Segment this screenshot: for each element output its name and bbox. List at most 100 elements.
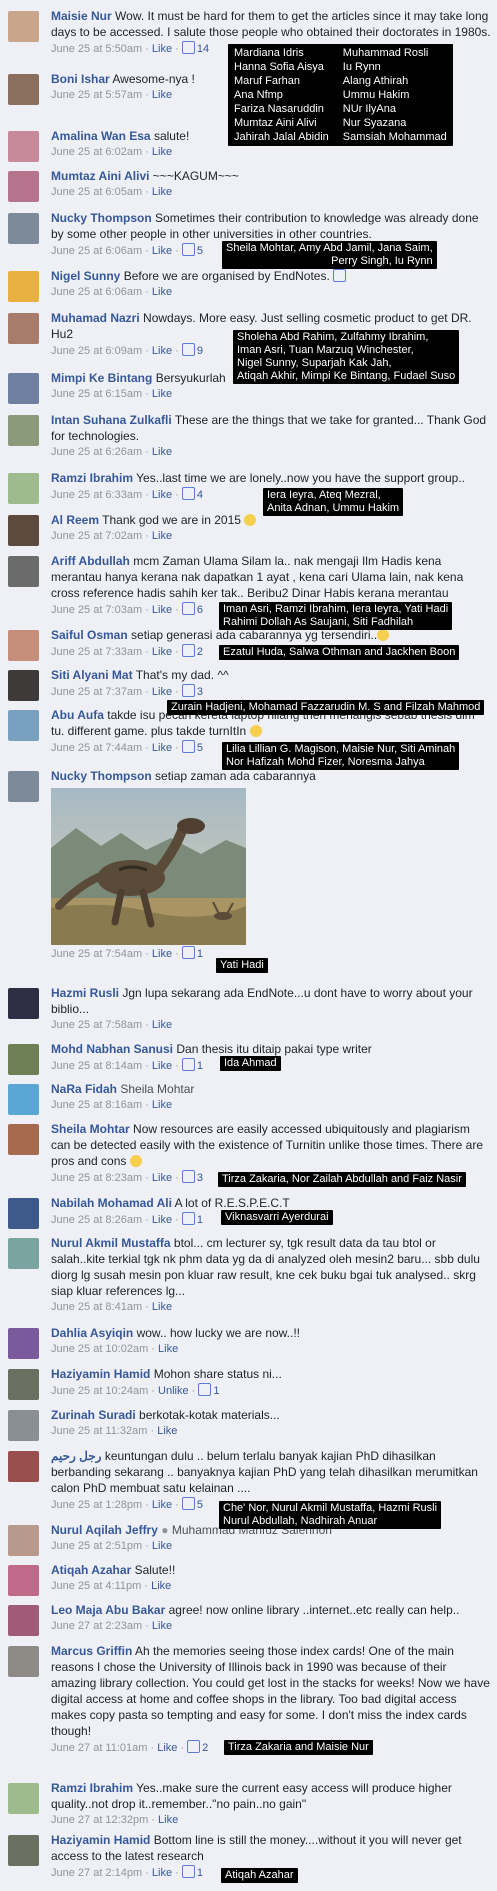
commenter-name[interactable]: Ramzi Ibrahim xyxy=(51,1781,133,1795)
like-thumb-icon[interactable] xyxy=(181,1212,195,1225)
timestamp[interactable]: June 25 at 8:41am xyxy=(51,1301,142,1313)
avatar[interactable] xyxy=(8,771,39,802)
avatar[interactable] xyxy=(8,1198,39,1229)
like-link[interactable]: Like xyxy=(152,345,172,357)
like-thumb-icon[interactable] xyxy=(187,1740,201,1753)
like-link[interactable]: Like xyxy=(152,1099,172,1111)
like-link[interactable]: Like xyxy=(152,1540,172,1552)
like-link[interactable]: Like xyxy=(157,1425,177,1437)
commenter-name[interactable]: Nucky Thompson xyxy=(51,211,152,225)
like-count[interactable]: 2 xyxy=(197,646,203,658)
timestamp[interactable]: June 25 at 10:24am xyxy=(51,1385,148,1397)
timestamp[interactable]: June 25 at 6:06am xyxy=(51,286,142,298)
timestamp[interactable]: June 25 at 10:02am xyxy=(51,1343,148,1355)
like-link[interactable]: Like xyxy=(152,1019,172,1031)
avatar[interactable] xyxy=(8,473,39,504)
avatar[interactable] xyxy=(8,1084,39,1115)
avatar[interactable] xyxy=(8,630,39,661)
like-count[interactable]: 5 xyxy=(197,742,203,754)
avatar[interactable] xyxy=(8,1328,39,1359)
like-count[interactable]: 4 xyxy=(197,489,203,501)
like-link[interactable]: Like xyxy=(152,286,172,298)
timestamp[interactable]: June 25 at 11:32am xyxy=(51,1425,147,1437)
like-thumb-icon[interactable] xyxy=(181,684,195,697)
avatar[interactable] xyxy=(8,1451,39,1482)
avatar[interactable] xyxy=(8,1410,39,1441)
timestamp[interactable]: June 25 at 6:15am xyxy=(51,388,142,400)
timestamp[interactable]: June 25 at 6:06am xyxy=(51,245,142,257)
timestamp[interactable]: June 25 at 6:02am xyxy=(51,146,142,158)
avatar[interactable] xyxy=(8,1783,39,1814)
avatar[interactable] xyxy=(8,213,39,244)
like-thumb-icon[interactable] xyxy=(181,1170,195,1183)
avatar[interactable] xyxy=(8,415,39,446)
avatar[interactable] xyxy=(8,1238,39,1269)
commenter-name[interactable]: Atiqah Azahar xyxy=(51,1563,131,1577)
avatar[interactable] xyxy=(8,1124,39,1155)
avatar[interactable] xyxy=(8,74,39,105)
commenter-name[interactable]: Haziyamin Hamid xyxy=(51,1367,150,1381)
timestamp[interactable]: June 25 at 7:03am xyxy=(51,604,142,616)
commenter-name[interactable]: Nabilah Mohamad Ali xyxy=(51,1196,172,1210)
timestamp[interactable]: June 25 at 7:02am xyxy=(51,530,142,542)
commenter-name[interactable]: Mimpi Ke Bintang xyxy=(51,371,152,385)
like-link[interactable]: Like xyxy=(152,1499,172,1511)
commenter-name[interactable]: Sheila Mohtar xyxy=(51,1122,130,1136)
timestamp[interactable]: June 25 at 7:54am xyxy=(51,948,142,960)
like-link[interactable]: Like xyxy=(152,1301,172,1313)
like-link[interactable]: Like xyxy=(152,388,172,400)
timestamp[interactable]: June 25 at 7:58am xyxy=(51,1019,142,1031)
timestamp[interactable]: June 25 at 2:51pm xyxy=(51,1540,142,1552)
avatar[interactable] xyxy=(8,988,39,1019)
timestamp[interactable]: June 25 at 7:44am xyxy=(51,742,142,754)
like-link[interactable]: Like xyxy=(158,1343,178,1355)
dinosaur-photo[interactable] xyxy=(51,788,246,945)
like-count[interactable]: 1 xyxy=(213,1385,219,1397)
like-count[interactable]: 3 xyxy=(197,686,203,698)
like-thumb-icon[interactable] xyxy=(181,487,195,500)
like-link[interactable]: Like xyxy=(152,530,172,542)
like-thumb-icon[interactable] xyxy=(181,41,195,54)
commenter-name[interactable]: Abu Aufa xyxy=(51,708,104,722)
timestamp[interactable]: June 27 at 2:14pm xyxy=(51,1867,142,1879)
commenter-name[interactable]: رجل رحيم xyxy=(51,1449,101,1463)
like-count[interactable]: 5 xyxy=(197,245,203,257)
avatar[interactable] xyxy=(8,710,39,741)
like-thumb-icon[interactable] xyxy=(181,740,195,753)
like-link[interactable]: Like xyxy=(152,948,172,960)
like-thumb-icon[interactable] xyxy=(181,1865,195,1878)
avatar[interactable] xyxy=(8,171,39,202)
avatar[interactable] xyxy=(8,271,39,302)
commenter-name[interactable]: Nurul Aqilah Jeffry xyxy=(51,1523,158,1537)
like-link[interactable]: Like xyxy=(152,1620,172,1632)
like-count[interactable]: 2 xyxy=(202,1742,208,1754)
commenter-name[interactable]: Mumtaz Aini Alivi xyxy=(51,169,149,183)
avatar[interactable] xyxy=(8,131,39,162)
like-thumb-icon[interactable] xyxy=(181,1497,195,1510)
timestamp[interactable]: June 25 at 7:33am xyxy=(51,646,142,658)
commenter-name[interactable]: Nurul Akmil Mustaffa xyxy=(51,1236,171,1250)
like-link[interactable]: Like xyxy=(152,43,172,55)
commenter-name[interactable]: NaRa Fidah xyxy=(51,1082,117,1096)
timestamp[interactable]: June 25 at 6:09am xyxy=(51,345,142,357)
like-link[interactable]: Like xyxy=(152,1214,172,1226)
timestamp[interactable]: June 25 at 8:26am xyxy=(51,1214,142,1226)
avatar[interactable] xyxy=(8,1646,39,1677)
like-link[interactable]: Like xyxy=(152,604,172,616)
commenter-name[interactable]: Al Reem xyxy=(51,513,99,527)
unlike-link[interactable]: Unlike xyxy=(158,1385,189,1397)
avatar[interactable] xyxy=(8,670,39,701)
timestamp[interactable]: June 25 at 1:28pm xyxy=(51,1499,142,1511)
like-link[interactable]: Like xyxy=(152,245,172,257)
like-link[interactable]: Like xyxy=(152,1060,172,1072)
timestamp[interactable]: June 25 at 5:57am xyxy=(51,89,142,101)
avatar[interactable] xyxy=(8,313,39,344)
commenter-name[interactable]: Amalina Wan Esa xyxy=(51,129,151,143)
like-link[interactable]: Like xyxy=(152,1867,172,1879)
timestamp[interactable]: June 25 at 8:23am xyxy=(51,1172,142,1184)
like-link[interactable]: Like xyxy=(152,146,172,158)
timestamp[interactable]: June 27 at 2:23am xyxy=(51,1620,142,1632)
tagged-user-link[interactable]: Sheila Mohtar xyxy=(120,1082,194,1096)
avatar[interactable] xyxy=(8,556,39,587)
commenter-name[interactable]: Zurinah Suradi xyxy=(51,1408,136,1422)
